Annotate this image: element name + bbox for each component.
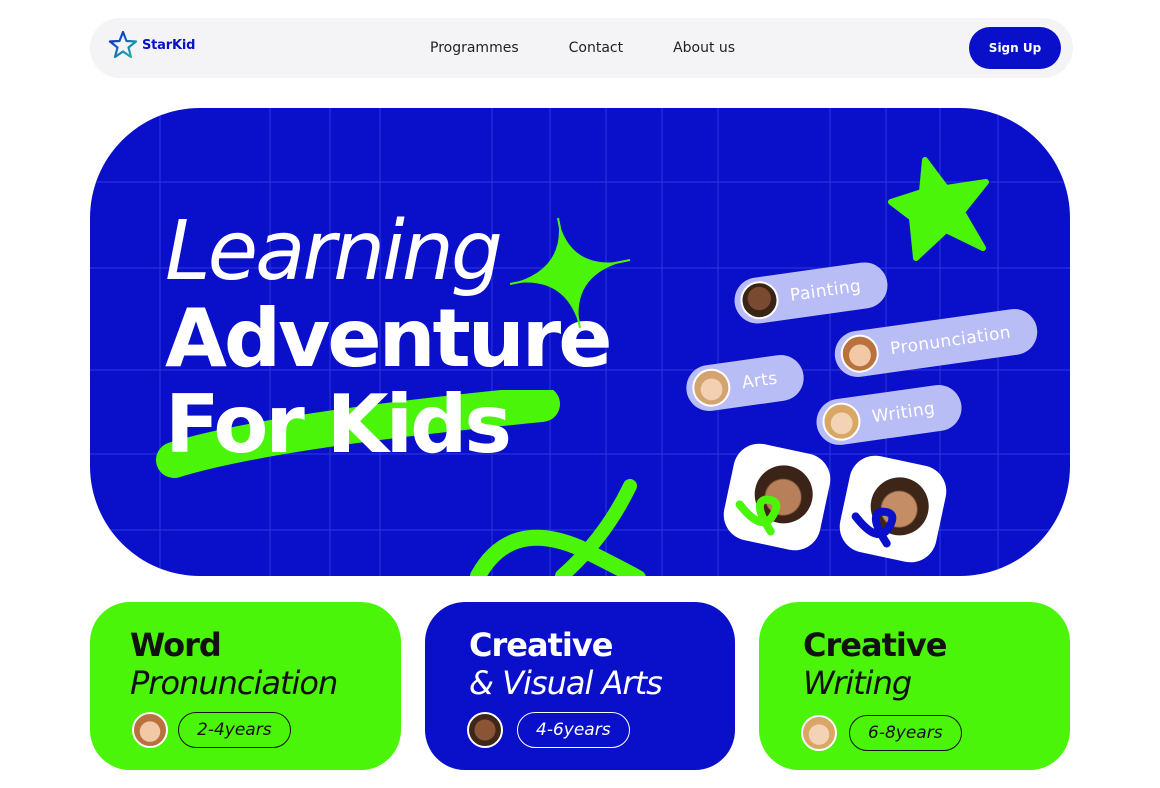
photo-tile-blue [834, 450, 952, 568]
brand-logo[interactable]: StarKid [108, 30, 195, 60]
top-navbar: StarKid Programmes Contact About us Sign… [90, 18, 1073, 78]
card-title: Word [130, 626, 222, 664]
program-card-visual-arts[interactable]: Creative & Visual Arts 4-6years [425, 602, 735, 770]
headline-line-2: Adventure [165, 292, 612, 385]
age-range-badge: 6-8years [849, 715, 962, 751]
card-title: Creative [469, 626, 613, 664]
child-avatar [132, 712, 168, 748]
program-card-pronunciation[interactable]: Word Pronunciation 2-4years [90, 602, 401, 770]
hero-headline: Learning Adventure For Kids [165, 204, 612, 471]
card-subtitle: Pronunciation [130, 664, 338, 702]
age-range-badge: 2-4years [178, 712, 291, 748]
brand-name: StarKid [142, 37, 196, 53]
tag-label: Pronunciation [889, 322, 1013, 360]
tag-label: Writing [870, 398, 937, 428]
photo-tile-green [718, 438, 836, 556]
tag-label: Arts [740, 368, 779, 394]
child-avatar [738, 278, 781, 322]
loop-icon [851, 507, 897, 548]
child-avatar [820, 400, 863, 444]
headline-line-1: Learning [165, 204, 503, 299]
sign-up-button[interactable]: Sign Up [969, 27, 1061, 69]
nav-link-programmes[interactable]: Programmes [430, 40, 519, 56]
nav-links: Programmes Contact About us [430, 40, 735, 56]
child-avatar [689, 366, 733, 410]
card-subtitle: Writing [803, 664, 912, 702]
card-subtitle: & Visual Arts [469, 664, 663, 702]
card-title: Creative [803, 626, 947, 664]
child-avatar [467, 712, 503, 748]
nav-link-contact[interactable]: Contact [569, 40, 623, 56]
loop-icon [735, 495, 781, 536]
tag-label: Painting [788, 276, 863, 306]
nav-link-about[interactable]: About us [673, 40, 735, 56]
star-outline-icon [108, 30, 138, 59]
hero-banner: Learning Adventure For Kids Painting Pro… [90, 108, 1070, 576]
child-avatar [838, 332, 882, 376]
age-range-badge: 4-6years [517, 712, 630, 748]
child-avatar [801, 715, 837, 751]
headline-line-3: For Kids [165, 378, 512, 471]
program-card-writing[interactable]: Creative Writing 6-8years [759, 602, 1070, 770]
